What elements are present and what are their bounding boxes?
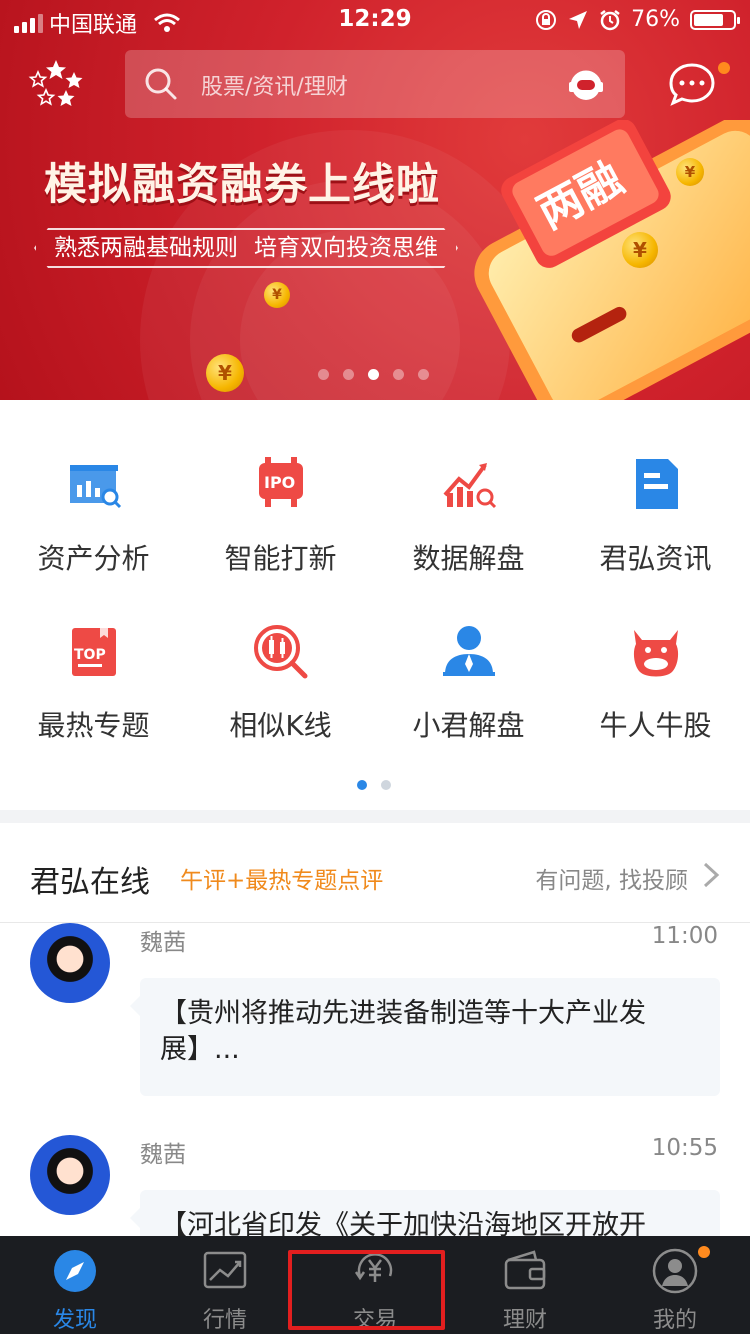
customer-service-icon[interactable]: [567, 66, 605, 104]
rotation-lock-icon: [536, 9, 557, 30]
junhong-online-section: 君弘在线 午评+最热专题点评 有问题, 找投顾 魏茜 11:00 【贵州将推动先…: [0, 823, 750, 1308]
status-bar: 中国联通 12:29 76%: [0, 0, 750, 40]
highlight-box: [288, 1250, 445, 1330]
chevron-right-icon[interactable]: [702, 861, 720, 889]
menu-item-label: 小君解盘: [412, 709, 525, 742]
stars-logo-icon[interactable]: [28, 58, 84, 110]
compass-icon: [54, 1250, 96, 1292]
tab-market[interactable]: 行情: [150, 1236, 300, 1334]
menu-page-dot[interactable]: [357, 780, 367, 790]
menu-pagination: [357, 780, 391, 790]
avatar[interactable]: [30, 1135, 110, 1215]
banner-page-dot[interactable]: [418, 369, 429, 380]
banner-page-dot[interactable]: [343, 369, 354, 380]
menu-item-label: 最热专题: [37, 709, 150, 742]
wallet-icon: [504, 1250, 546, 1290]
profile-badge: [698, 1246, 710, 1258]
asset-analysis-icon: [69, 465, 121, 509]
menu-item-label: 君弘资讯: [599, 542, 712, 575]
menu-item-xiaojun-review[interactable]: 小君解盘: [375, 622, 562, 744]
battery-level: [694, 13, 723, 26]
battery-icon: [690, 9, 740, 30]
coin-icon: ¥: [622, 232, 658, 268]
kline-search-icon: [253, 625, 307, 679]
page: { "status_bar": {"carrier": "中国联通", "tim…: [0, 0, 750, 1334]
banner-page-dot[interactable]: [368, 369, 379, 380]
top-badge-text: TOP: [74, 647, 106, 663]
search-placeholder: 股票/资讯/理财: [201, 75, 348, 100]
phone-illustration: 两融: [474, 120, 750, 400]
menu-item-label: 资产分析: [37, 542, 150, 575]
menu-item-junhong-news[interactable]: 君弘资讯: [562, 455, 749, 577]
avatar[interactable]: [30, 923, 110, 1003]
author-name: 魏茜: [140, 930, 186, 956]
menu-item-label: 智能打新: [224, 542, 337, 575]
tab-me[interactable]: 我的: [600, 1236, 750, 1334]
ipo-badge-text: IPO: [264, 473, 295, 492]
ipo-icon: IPO: [258, 457, 303, 507]
author-name: 魏茜: [140, 1142, 186, 1168]
ask-advisor-link[interactable]: 有问题, 找投顾: [535, 861, 688, 895]
section-title: 君弘在线: [30, 865, 150, 900]
tab-label: 理财: [502, 1308, 547, 1333]
banner-subtitle: 熟悉两融基础规则 培育双向投资思维: [34, 228, 458, 268]
tab-label: 我的: [652, 1308, 697, 1333]
menu-item-label: 相似K线: [229, 709, 332, 742]
banner-title: 模拟融资融券上线啦: [44, 160, 440, 210]
coin-icon: ¥: [264, 282, 290, 308]
tab-label: 行情: [202, 1308, 247, 1333]
list-item[interactable]: 魏茜 11:00 【贵州将推动先进装备制造等十大产业发展】...: [0, 923, 750, 1113]
menu-item-asset-analysis[interactable]: 资产分析: [0, 455, 187, 577]
menu-item-ipo[interactable]: IPO 智能打新: [187, 455, 374, 577]
tab-finance[interactable]: 理财: [450, 1236, 600, 1334]
banner-page-dot[interactable]: [318, 369, 329, 380]
post-time: 11:00: [651, 923, 718, 949]
location-icon: [569, 10, 588, 29]
data-chart-icon: [442, 463, 496, 509]
menu-page-dot[interactable]: [381, 780, 391, 790]
battery-percent: 76%: [631, 7, 680, 32]
section-header: 君弘在线 午评+最热专题点评 有问题, 找投顾: [0, 823, 750, 923]
message-badge: [718, 62, 730, 74]
menu-item-label: 牛人牛股: [599, 709, 712, 742]
feature-grid: 资产分析 IPO 智能打新 数据解盘 君弘资讯 TOP 最热专题 相似K线 小君…: [0, 400, 750, 810]
news-doc-icon: [635, 459, 678, 509]
top-topic-icon: TOP: [71, 628, 116, 676]
search-icon: [145, 68, 177, 100]
coin-icon: ¥: [206, 354, 244, 392]
menu-item-label: 数据解盘: [412, 542, 525, 575]
bull-icon: [633, 630, 678, 677]
banner-page-dot[interactable]: [393, 369, 404, 380]
menu-item-data-review[interactable]: 数据解盘: [375, 455, 562, 577]
market-chart-icon: [203, 1251, 247, 1289]
alarm-icon: [600, 9, 620, 30]
tab-discover[interactable]: 发现: [0, 1236, 150, 1334]
tab-label: 发现: [52, 1308, 97, 1333]
profile-icon: [652, 1248, 698, 1294]
post-time: 10:55: [651, 1135, 718, 1161]
search-bar[interactable]: 股票/资讯/理财: [125, 50, 625, 118]
advisor-person-icon: [442, 626, 495, 676]
menu-item-similar-kline[interactable]: 相似K线: [187, 622, 374, 744]
menu-item-hot-topics[interactable]: TOP 最热专题: [0, 622, 187, 744]
post-bubble[interactable]: 【贵州将推动先进装备制造等十大产业发展】...: [130, 978, 720, 1096]
banner-subtitle-left: 熟悉两融基础规则: [54, 235, 238, 261]
message-icon[interactable]: [668, 62, 716, 106]
menu-item-top-traders[interactable]: 牛人牛股: [562, 622, 749, 744]
section-topic-link[interactable]: 午评+最热专题点评: [180, 861, 383, 895]
banner-subtitle-right: 培育双向投资思维: [254, 235, 438, 261]
coin-icon: ¥: [676, 158, 704, 186]
banner-pagination: [318, 369, 429, 380]
status-right: 76%: [535, 7, 740, 32]
